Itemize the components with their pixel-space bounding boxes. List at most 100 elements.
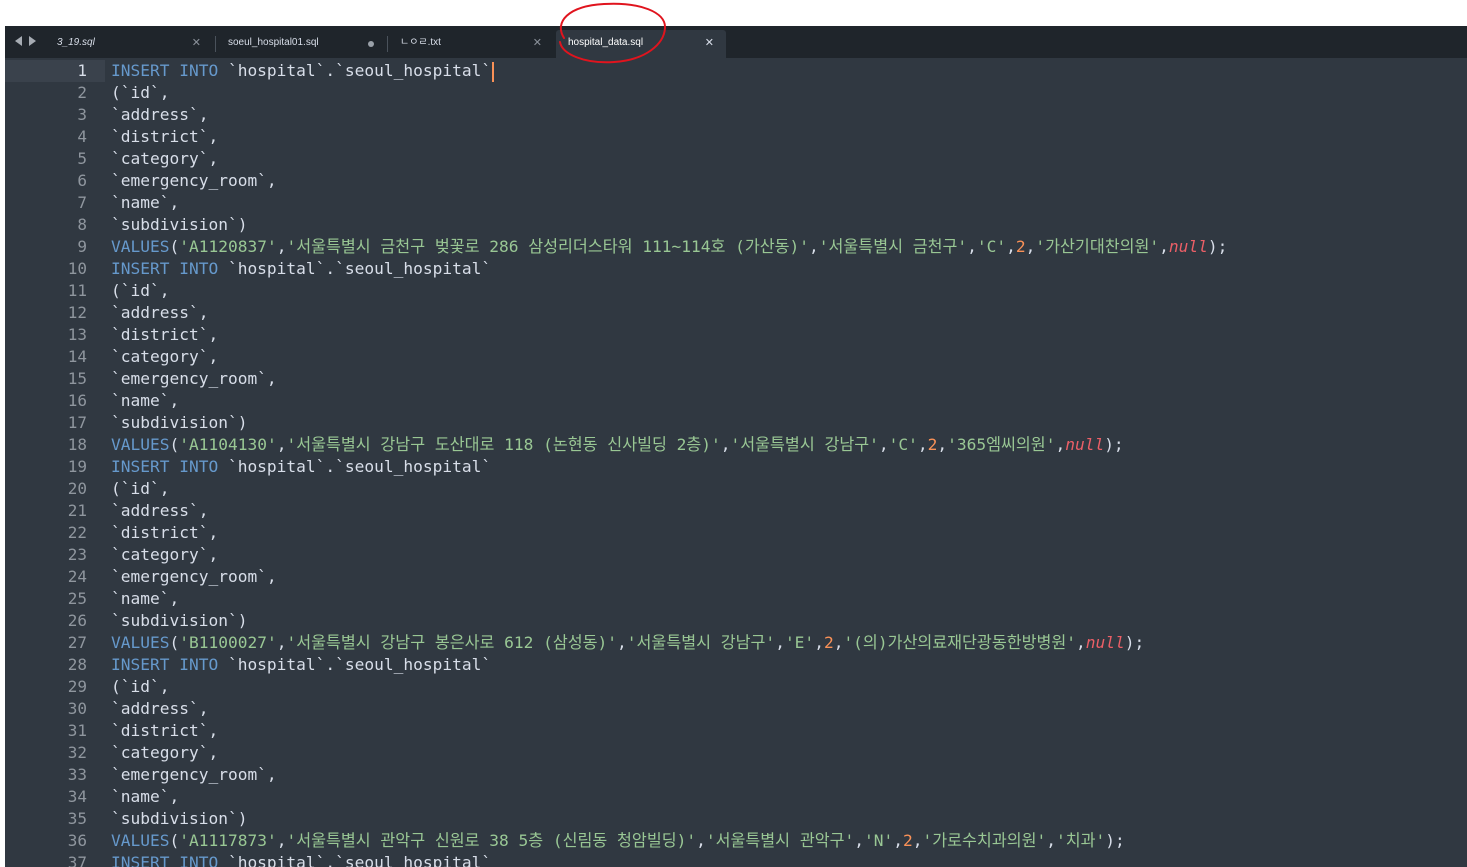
code-line[interactable]: `district`, — [111, 720, 218, 742]
code-line[interactable]: INSERT INTO `hospital`.`seoul_hospital` — [111, 456, 491, 478]
code-token: , — [1055, 435, 1066, 454]
close-icon[interactable]: ✕ — [705, 31, 714, 55]
line-number: 24 — [67, 567, 87, 586]
code-line[interactable]: (`id`, — [111, 82, 169, 104]
code-token: `district`, — [111, 523, 219, 542]
code-line[interactable]: `subdivision`) — [111, 214, 247, 236]
code-line[interactable]: `emergency_room`, — [111, 170, 277, 192]
code-token: , — [912, 831, 923, 850]
line-number: 25 — [67, 589, 87, 608]
line-number: 18 — [67, 435, 87, 454]
line-number: 21 — [67, 501, 87, 520]
tab-scroll-left-icon[interactable] — [15, 36, 22, 46]
code-line[interactable]: `address`, — [111, 104, 208, 126]
code-line[interactable]: VALUES('B1100027','서울특별시 강남구 봉은사로 612 (삼… — [111, 632, 1144, 654]
code-line[interactable]: `subdivision`) — [111, 610, 247, 632]
code-line[interactable]: INSERT INTO `hospital`.`seoul_hospital` — [111, 258, 491, 280]
close-icon[interactable]: ✕ — [192, 31, 201, 55]
code-line[interactable]: `district`, — [111, 522, 218, 544]
code-line[interactable]: INSERT INTO `hospital`.`seoul_hospital` — [111, 654, 491, 676]
line-number: 10 — [67, 259, 87, 278]
code-token: ); — [1124, 633, 1145, 652]
code-token: `name`, — [111, 589, 180, 608]
code-line[interactable]: `district`, — [111, 324, 218, 346]
code-token: `address`, — [111, 699, 209, 718]
unsaved-dot-icon[interactable] — [368, 41, 374, 47]
code-line[interactable]: VALUES('A1104130','서울특별시 강남구 도산대로 118 (논… — [111, 434, 1124, 456]
line-number: 16 — [67, 391, 87, 410]
tab-soeul-hospital01-sql[interactable]: soeul_hospital01.sql — [216, 30, 388, 58]
code-token: `hospital`.`seoul_hospital` — [218, 853, 492, 867]
tab-txt-file[interactable]: ㄴㅇㄹ.txt ✕ — [388, 30, 554, 58]
code-line[interactable]: (`id`, — [111, 280, 169, 302]
line-number: 9 — [77, 237, 87, 256]
tab-bar: 3_19.sql ✕ soeul_hospital01.sql ㄴㅇㄹ.txt … — [5, 26, 1467, 58]
code-token: '서울특별시 강남구' — [730, 435, 879, 454]
code-token: `subdivision`) — [111, 413, 248, 432]
code-token: null — [1168, 237, 1208, 256]
code-token: null — [1065, 435, 1105, 454]
code-line[interactable]: `category`, — [111, 544, 218, 566]
code-area[interactable]: INSERT INTO `hospital`.`seoul_hospital`(… — [111, 58, 1467, 867]
code-token: '치과' — [1056, 831, 1106, 850]
line-number: 36 — [67, 831, 87, 850]
close-icon[interactable]: ✕ — [533, 31, 542, 55]
line-number: 31 — [67, 721, 87, 740]
code-token: , — [1025, 237, 1036, 256]
code-token: , — [276, 435, 287, 454]
line-number: 17 — [67, 413, 87, 432]
code-line[interactable]: `address`, — [111, 500, 208, 522]
code-line[interactable]: `name`, — [111, 390, 179, 412]
code-token: 'C' — [888, 435, 918, 454]
code-token: , — [276, 633, 287, 652]
code-line[interactable]: `subdivision`) — [111, 808, 247, 830]
tab-scroll-right-icon[interactable] — [29, 36, 36, 46]
line-number: 5 — [77, 149, 87, 168]
line-number: 6 — [77, 171, 87, 190]
line-number: 22 — [67, 523, 87, 542]
code-token: ( — [169, 237, 180, 256]
code-line[interactable]: `category`, — [111, 742, 218, 764]
line-number: 19 — [67, 457, 87, 476]
code-line[interactable]: `subdivision`) — [111, 412, 247, 434]
code-line[interactable]: (`id`, — [111, 676, 169, 698]
code-token: VALUES — [111, 633, 170, 652]
code-token: (`id`, — [111, 281, 170, 300]
code-line[interactable]: VALUES('A1120837','서울특별시 금천구 벚꽃로 286 삼성리… — [111, 236, 1227, 258]
code-token: '가로수치과의원' — [922, 831, 1047, 850]
line-number: 20 — [67, 479, 87, 498]
code-line[interactable]: `category`, — [111, 346, 218, 368]
code-line[interactable]: `name`, — [111, 786, 179, 808]
code-line[interactable]: `address`, — [111, 698, 208, 720]
code-line[interactable]: (`id`, — [111, 478, 169, 500]
code-token: ); — [1105, 831, 1125, 850]
tab-3-19-sql[interactable]: 3_19.sql ✕ — [45, 30, 213, 58]
code-token: `emergency_room`, — [111, 171, 277, 190]
line-number: 12 — [67, 303, 87, 322]
line-number: 3 — [77, 105, 87, 124]
line-number: 23 — [67, 545, 87, 564]
code-token: INSERT INTO — [111, 853, 219, 867]
code-line[interactable]: `category`, — [111, 148, 218, 170]
code-token: , — [854, 831, 864, 850]
code-token: '365엠씨의원' — [947, 435, 1056, 454]
annotation-stroke — [559, 2, 667, 64]
code-editor[interactable]: 3_19.sql ✕ soeul_hospital01.sql ㄴㅇㄹ.txt … — [5, 26, 1467, 867]
code-token: 2 — [903, 831, 913, 850]
code-line[interactable]: `address`, — [111, 302, 208, 324]
code-token: ( — [169, 633, 180, 652]
code-token: INSERT INTO — [111, 655, 219, 674]
code-line[interactable]: `emergency_room`, — [111, 566, 277, 588]
code-line[interactable]: `name`, — [111, 588, 179, 610]
code-line[interactable]: INSERT INTO `hospital`.`seoul_hospital` — [111, 60, 495, 82]
line-number: 26 — [67, 611, 87, 630]
code-token: `hospital`.`seoul_hospital` — [218, 259, 492, 278]
code-line[interactable]: `emergency_room`, — [111, 368, 277, 390]
code-line[interactable]: `emergency_room`, — [111, 764, 277, 786]
code-line[interactable]: `district`, — [111, 126, 218, 148]
code-token: INSERT INTO — [111, 457, 219, 476]
code-line[interactable]: VALUES('A1117873','서울특별시 관악구 신원로 38 5층 (… — [111, 830, 1125, 852]
code-line[interactable]: INSERT INTO `hospital`.`seoul_hospital` — [111, 852, 491, 867]
code-token: 2 — [927, 435, 938, 454]
code-line[interactable]: `name`, — [111, 192, 179, 214]
